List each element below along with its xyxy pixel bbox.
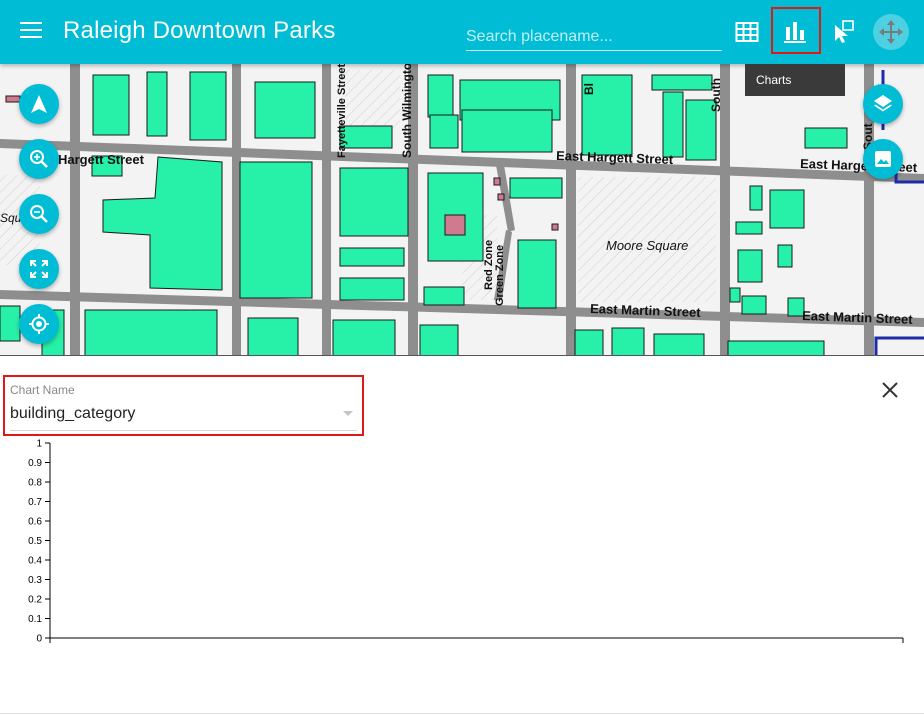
y-tick-label: 0.3 (28, 575, 42, 586)
navigation-icon (31, 95, 47, 113)
y-tick-label: 0 (36, 634, 42, 645)
select-cursor-icon (835, 20, 854, 43)
chart-name-label: Chart Name (10, 383, 75, 397)
y-tick-label: 0.7 (28, 497, 42, 508)
label-moore-square: Moore Square (606, 238, 688, 253)
zoom-out-icon (30, 205, 48, 223)
close-icon (882, 382, 898, 398)
zoom-in-button[interactable] (19, 139, 59, 179)
map-view[interactable]: Hargett Street East Hargett Street East … (0, 64, 924, 356)
y-tick-label: 0.6 (28, 517, 42, 528)
chart-name-select[interactable]: building_category (10, 405, 135, 423)
pan-button[interactable] (869, 10, 913, 54)
zoom-in-icon (30, 150, 48, 168)
y-tick-label: 0.4 (28, 556, 42, 567)
y-tick-label: 1 (36, 439, 42, 450)
chart-name-underline (10, 430, 357, 431)
label-green-zone: Green Zone (494, 245, 506, 306)
y-tick-label: 0.5 (28, 536, 42, 547)
app-title: Raleigh Downtown Parks (63, 17, 336, 44)
chart-area: 1 0.9 0.8 0.7 0.6 0.5 0.4 0.3 0.2 0.1 0 (28, 439, 904, 645)
fullscreen-button[interactable] (19, 249, 59, 289)
label-fayetteville-street: Fayetteville Street (336, 64, 348, 158)
bar-chart-icon (784, 22, 806, 43)
layers-icon (874, 95, 892, 112)
label-south-wilmington: South Wilmington (400, 64, 414, 158)
basemap-button[interactable] (863, 139, 903, 179)
fullscreen-icon (30, 260, 48, 278)
charts-button[interactable] (773, 10, 817, 54)
y-tick-label: 0.2 (28, 595, 42, 606)
table-icon (735, 22, 759, 42)
locate-icon (29, 314, 49, 334)
label-bl: Bl (582, 83, 596, 95)
dropdown-arrow-icon[interactable] (343, 411, 353, 416)
move-icon (879, 20, 903, 44)
y-tick-label: 0.9 (28, 458, 42, 469)
close-panel-button[interactable] (878, 378, 902, 402)
charts-tooltip: Charts (745, 64, 845, 96)
navigation-button[interactable] (19, 84, 59, 124)
search-input[interactable] (466, 24, 722, 51)
y-tick-label: 0.1 (28, 614, 42, 625)
map-canvas: Hargett Street East Hargett Street East … (0, 64, 924, 356)
panel-bottom-border (0, 713, 924, 714)
locate-button[interactable] (19, 304, 59, 344)
attribute-table-button[interactable] (725, 10, 769, 54)
y-tick-label: 0.8 (28, 478, 42, 489)
app-header: Raleigh Downtown Parks (0, 0, 924, 64)
label-south: South (709, 78, 723, 112)
zoom-out-button[interactable] (19, 194, 59, 234)
select-button[interactable] (821, 10, 865, 54)
layers-button[interactable] (863, 84, 903, 124)
menu-icon[interactable] (20, 22, 42, 42)
label-hargett-street: Hargett Street (58, 152, 145, 167)
image-icon (875, 151, 891, 167)
